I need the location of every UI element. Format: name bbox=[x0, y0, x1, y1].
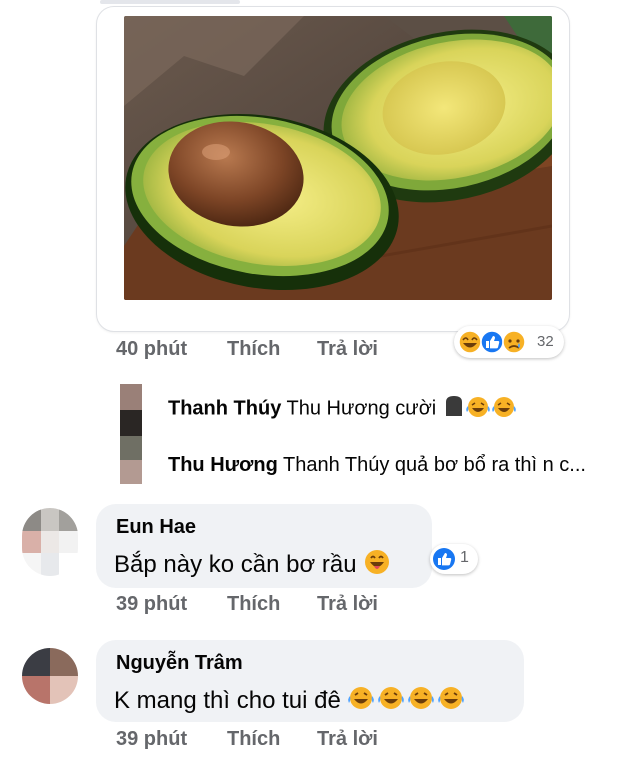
reply-author[interactable]: Thanh Thúy bbox=[168, 397, 281, 419]
comment-time[interactable]: 39 phút bbox=[116, 728, 187, 751]
comment-text: Bắp này ko cần bơ rầu bbox=[114, 548, 391, 583]
comment-reply-button[interactable]: Trả lời bbox=[317, 728, 378, 751]
comment-action-row: 39 phút Thích Trả lời bbox=[0, 593, 640, 621]
reply-author[interactable]: Thu Hương bbox=[168, 454, 278, 476]
like-reaction-icon bbox=[480, 330, 504, 354]
laugh-reaction-icon bbox=[458, 330, 482, 354]
reply-avatars-strip bbox=[120, 384, 142, 484]
comment-like-button[interactable]: Thích bbox=[227, 593, 280, 616]
sad-reaction-icon bbox=[502, 330, 526, 354]
like-icon bbox=[433, 548, 455, 570]
laughing-tears-icon bbox=[438, 687, 465, 709]
comment-action-row: 39 phút Thích Trả lời bbox=[0, 728, 640, 756]
previous-comment-edge bbox=[100, 0, 240, 4]
post-reply-button[interactable]: Trả lời bbox=[317, 338, 378, 361]
comment-like-count[interactable]: 1 bbox=[430, 544, 478, 574]
laughing-tears-icon bbox=[348, 687, 375, 709]
reply-preview-2[interactable]: Thu Hương Thanh Thúy quả bơ bổ ra thì n … bbox=[168, 454, 586, 477]
avatar[interactable] bbox=[22, 508, 78, 576]
comment-author[interactable]: Eun Hae bbox=[116, 516, 196, 539]
reply-emoji-group bbox=[442, 394, 518, 424]
reaction-icons bbox=[458, 330, 538, 354]
avocado-photo[interactable] bbox=[124, 16, 552, 300]
comment-reply-button[interactable]: Trả lời bbox=[317, 593, 378, 616]
laughing-tears-icon bbox=[378, 687, 405, 709]
reply-text: Thanh Thúy quả bơ bổ ra thì n c... bbox=[283, 454, 586, 476]
laughing-tears-icon bbox=[492, 397, 516, 417]
post-like-button[interactable]: Thích bbox=[227, 338, 280, 361]
reply-text: Thu Hương cười bbox=[286, 397, 437, 420]
avatar[interactable] bbox=[22, 648, 78, 704]
grinning-tongue-emoji-icon bbox=[363, 548, 391, 583]
reply-preview-1[interactable]: Thanh Thúy Thu Hương cười bbox=[168, 394, 518, 424]
laughing-tears-icon bbox=[408, 687, 435, 709]
comment-time[interactable]: 39 phút bbox=[116, 593, 187, 616]
reaction-count: 32 bbox=[537, 333, 554, 350]
post-time[interactable]: 40 phút bbox=[116, 338, 187, 361]
black-emoji-icon bbox=[445, 396, 462, 416]
laughing-tears-emoji-group bbox=[347, 684, 467, 719]
comment-text: K mang thì cho tui đê bbox=[114, 684, 467, 719]
comment-like-button[interactable]: Thích bbox=[227, 728, 280, 751]
laughing-tears-icon bbox=[466, 397, 490, 417]
comment-author[interactable]: Nguyễn Trâm bbox=[116, 652, 243, 675]
